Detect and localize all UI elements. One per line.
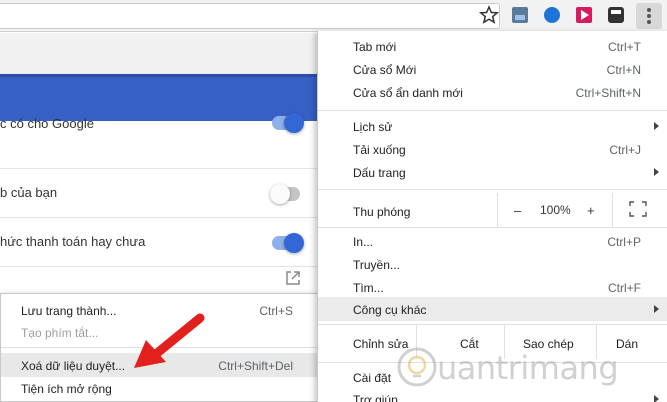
menu-item-shortcut: Ctrl+P	[607, 235, 641, 249]
menu-item-label: Thu phóng	[353, 205, 411, 219]
watermark-text: uantrimang	[437, 349, 619, 387]
menu-item-bookmarks[interactable]: Dấu trang	[318, 160, 667, 184]
external-link-icon[interactable]	[285, 270, 301, 286]
menu-item-label: Công cụ khác	[353, 303, 427, 317]
menu-item-new-window[interactable]: Cửa sổ Mới Ctrl+N	[318, 57, 667, 81]
menu-item-shortcut: Ctrl+J	[609, 143, 641, 157]
submenu-item-label: Xoá dữ liệu duyệt...	[21, 359, 126, 373]
menu-item-more-tools[interactable]: Công cụ khác	[318, 297, 667, 321]
chevron-right-icon	[654, 168, 659, 176]
submenu-item-shortcut: Ctrl+Shift+Del	[218, 359, 293, 373]
toggle-switch[interactable]	[272, 113, 304, 133]
menu-item-find[interactable]: Tìm... Ctrl+F	[318, 275, 667, 299]
fullscreen-icon[interactable]	[629, 201, 647, 217]
toggle-switch[interactable]	[270, 184, 302, 204]
calculator-extension-icon[interactable]	[608, 7, 624, 23]
menu-item-label: Tab mới	[353, 40, 397, 54]
chevron-right-icon	[654, 395, 659, 402]
menu-item-print[interactable]: In... Ctrl+P	[318, 229, 667, 253]
menu-item-label: Dấu trang	[353, 166, 406, 180]
menu-item-label: Truyền...	[353, 258, 400, 272]
menu-item-new-tab[interactable]: Tab mới Ctrl+T	[318, 34, 667, 58]
submenu-item-extensions[interactable]: Tiện ích mở rộng	[1, 376, 317, 400]
menu-item-history[interactable]: Lịch sử	[318, 114, 667, 138]
settings-row: c có cho Google	[0, 113, 318, 169]
menu-item-label: Trợ giúp	[353, 393, 398, 402]
menu-item-label: Lịch sử	[353, 120, 393, 134]
toggle-switch[interactable]	[272, 233, 304, 253]
browser-extension-icon[interactable]	[544, 7, 560, 23]
menu-item-shortcut: Ctrl+Shift+N	[575, 86, 641, 100]
settings-row: b của bạn	[0, 169, 318, 218]
star-icon[interactable]	[479, 5, 499, 25]
submenu-item-shortcut: Ctrl+S	[259, 304, 293, 318]
settings-row-text: hức thanh toán hay chưa	[0, 234, 146, 249]
zoom-out-button[interactable]: –	[514, 203, 521, 218]
menu-item-shortcut: Ctrl+N	[606, 63, 641, 77]
menu-item-label: Tìm...	[353, 281, 384, 295]
settings-row-text: c có cho Google	[0, 116, 94, 131]
menu-divider	[318, 227, 667, 228]
menu-item-label: Cửa sổ ẩn danh mới	[353, 86, 463, 100]
menu-item-zoom: Thu phóng – 100% +	[318, 193, 667, 228]
menu-item-shortcut: Ctrl+F	[608, 281, 641, 295]
menu-divider	[318, 189, 667, 190]
zoom-level: 100%	[540, 203, 571, 217]
menu-item-incognito[interactable]: Cửa sổ ẩn danh mới Ctrl+Shift+N	[318, 80, 667, 104]
lightbulb-logo-icon	[397, 347, 437, 387]
submenu-item-label: Tạo phím tắt...	[21, 326, 99, 340]
watermark: uantrimang	[395, 345, 665, 395]
three-dots-icon[interactable]	[636, 3, 662, 29]
play-extension-icon[interactable]	[576, 7, 592, 23]
submenu-item-label: Lưu trang thành...	[21, 304, 117, 318]
browser-toolbar	[0, 0, 667, 32]
settings-header	[0, 74, 318, 121]
submenu-item-label: Tiện ích mở rộng	[21, 382, 112, 396]
menu-divider	[612, 193, 613, 228]
menu-divider	[497, 193, 498, 228]
menu-item-label: Cài đặt	[353, 371, 392, 385]
menu-item-label: Tải xuống	[353, 143, 406, 157]
chevron-right-icon	[654, 122, 659, 130]
settings-row-text: b của bạn	[0, 185, 58, 200]
menu-item-label: Cửa sổ Mới	[353, 63, 417, 77]
menu-divider	[318, 110, 667, 111]
settings-row: hức thanh toán hay chưa	[0, 218, 318, 267]
menu-item-label: In...	[353, 235, 374, 249]
zoom-in-button[interactable]: +	[587, 203, 595, 218]
menu-item-downloads[interactable]: Tải xuống Ctrl+J	[318, 137, 667, 161]
menu-divider	[318, 324, 667, 325]
annotation-arrow	[134, 313, 205, 368]
chevron-right-icon	[654, 305, 659, 313]
photo-extension-icon[interactable]	[512, 7, 528, 23]
menu-item-shortcut: Ctrl+T	[608, 40, 641, 54]
address-bar[interactable]	[0, 3, 500, 29]
menu-item-cast[interactable]: Truyền...	[318, 252, 667, 276]
